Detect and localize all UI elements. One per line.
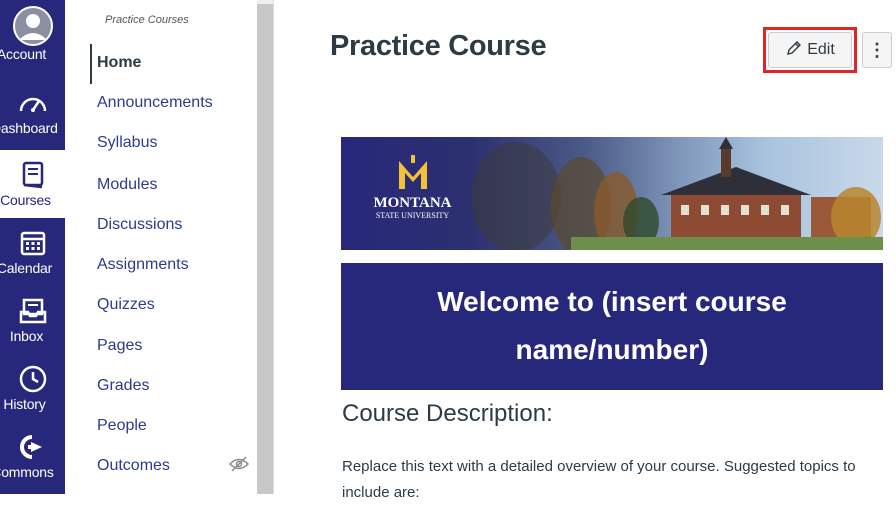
global-nav-commons[interactable]: Commons [0, 422, 65, 494]
global-nav-label: Calendar [0, 260, 53, 276]
pencil-icon [785, 39, 803, 62]
body-text: Replace this text with a detailed overvi… [342, 458, 856, 501]
global-nav-dashboard[interactable]: Dashboard [0, 78, 65, 150]
course-nav-assignments[interactable]: Assignments [97, 256, 189, 274]
welcome-line-2: name/number) [515, 334, 709, 365]
global-nav-label: History [3, 396, 46, 412]
inbox-icon [19, 294, 47, 328]
active-indicator [90, 44, 92, 84]
msu-logo: MONTANA STATE UNIVERSITY [365, 155, 460, 221]
section-heading: Course Description: [342, 400, 553, 427]
account-avatar-icon [12, 6, 53, 46]
course-nav-pages[interactable]: Pages [97, 337, 142, 355]
global-nav: Account Dashboard Courses [0, 0, 65, 494]
global-nav-label: Commons [0, 464, 54, 480]
page-title: Practice Course [330, 30, 547, 62]
course-nav: Practice Courses Home Announcements Syll… [65, 0, 257, 494]
course-nav-syllabus[interactable]: Syllabus [97, 134, 157, 152]
course-nav-quizzes[interactable]: Quizzes [97, 296, 155, 314]
welcome-banner: Welcome to (insert course name/number) [341, 263, 883, 390]
edit-button[interactable]: Edit [768, 32, 852, 68]
course-nav-modules[interactable]: Modules [97, 176, 157, 194]
global-nav-label: Inbox [9, 328, 44, 344]
global-nav-account[interactable]: Account [0, 0, 65, 78]
global-nav-calendar[interactable]: Calendar [0, 218, 65, 286]
edit-button-label: Edit [807, 41, 835, 58]
course-nav-discussions[interactable]: Discussions [97, 216, 182, 234]
breadcrumb[interactable]: Practice Courses [105, 14, 189, 26]
course-nav-home[interactable]: Home [97, 54, 141, 72]
global-nav-label: Account [0, 46, 47, 62]
course-nav-announcements[interactable]: Announcements [97, 94, 213, 112]
more-options-button[interactable]: ⋮ [862, 32, 892, 68]
logo-text-state-university: STATE UNIVERSITY [375, 211, 450, 220]
global-nav-label: Dashboard [0, 120, 58, 136]
global-nav-courses[interactable]: Courses [0, 150, 65, 218]
commons-icon [18, 430, 48, 464]
logo-text-montana: MONTANA [373, 195, 452, 211]
course-nav-outcomes[interactable]: Outcomes [97, 457, 170, 475]
scrollbar-thumb[interactable] [257, 4, 273, 494]
divider [273, 0, 274, 494]
course-banner-image: MONTANA STATE UNIVERSITY [341, 137, 883, 250]
course-nav-people[interactable]: People [97, 417, 147, 435]
global-nav-label: Courses [0, 192, 51, 208]
courses-icon [21, 158, 45, 192]
global-nav-inbox[interactable]: Inbox [0, 286, 65, 354]
course-nav-grades[interactable]: Grades [97, 377, 149, 395]
calendar-icon [19, 226, 47, 260]
global-nav-history[interactable]: History [0, 354, 65, 422]
dashboard-icon [18, 86, 48, 120]
history-icon [18, 362, 48, 396]
eye-slash-icon [228, 456, 250, 477]
welcome-line-1: Welcome to (insert course [437, 286, 787, 317]
